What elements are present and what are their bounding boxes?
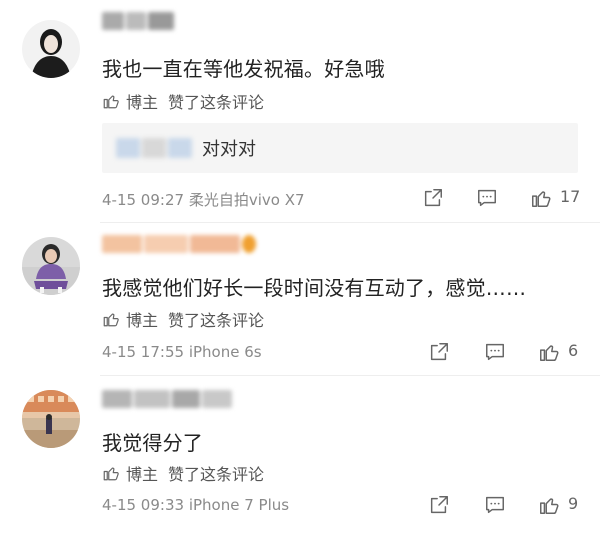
reply-text: 对对对 [202,139,256,160]
comment-date: 4-15 09:33 [102,496,185,514]
share-button[interactable] [426,492,452,518]
like-count: 6 [568,341,579,360]
comment-source: 柔光自拍vivo X7 [188,191,305,209]
comment-source: iPhone 7 Plus [188,496,290,514]
host-liked-indicator: 博主 赞了这条评论 [102,307,264,331]
share-icon [430,496,448,514]
like-button[interactable] [528,185,554,211]
username-blurred[interactable] [102,390,234,410]
action-bar: 9 [420,492,600,518]
share-icon [424,189,442,207]
thumbs-up-icon [540,498,559,514]
thumbs-up-icon [540,345,559,361]
host-liked-indicator: 博主 赞了这条评论 [102,89,264,113]
comment-icon [486,496,504,514]
comment-item-1: 我也一直在等他发祝福。好急哦 博主 赞了这条评论 对对对 4-15 09:27 … [0,0,600,222]
username-blurred[interactable] [102,235,258,255]
avatar-image [22,390,80,448]
avatar[interactable] [22,237,80,295]
host-label: 博主 [126,311,159,330]
like-button[interactable] [536,339,562,365]
comment-text: 我感觉他们好长一段时间没有互动了，感觉…… [102,276,527,300]
thumbs-up-icon [532,191,551,207]
thumbs-up-icon [103,313,119,327]
thumbs-up-icon [103,467,119,481]
share-button[interactable] [426,339,452,365]
liked-text: 赞了这条评论 [168,311,265,330]
thumbs-up-icon [103,95,119,109]
avatar-image [22,237,80,295]
comment-date: 4-15 17:55 [102,343,185,361]
like-count: 9 [568,494,579,513]
host-label: 博主 [126,93,159,112]
like-count: 17 [560,187,581,206]
avatar[interactable] [22,20,80,78]
reply-button[interactable] [482,492,508,518]
reply-button[interactable] [482,339,508,365]
host-liked-indicator: 博主 赞了这条评论 [102,461,264,485]
avatar[interactable] [22,390,80,448]
comment-text: 我觉得分了 [102,431,203,455]
comment-icon [478,189,496,207]
comment-icon [486,343,504,361]
reply-username-blurred[interactable] [116,138,192,158]
comment-item-2: 我感觉他们好长一段时间没有互动了，感觉…… 博主 赞了这条评论 4-15 17:… [0,223,600,375]
liked-text: 赞了这条评论 [168,93,265,112]
host-label: 博主 [126,465,159,484]
comment-text: 我也一直在等他发祝福。好急哦 [102,57,385,81]
liked-text: 赞了这条评论 [168,465,265,484]
reply-button[interactable] [474,185,500,211]
username-blurred[interactable] [102,12,176,32]
share-icon [430,343,448,361]
comment-item-3: 我觉得分了 博主 赞了这条评论 4-15 09:33 iPhone 7 Plus [0,376,600,540]
comment-meta: 4-15 09:33 iPhone 7 Plus [102,496,289,514]
comment-date: 4-15 09:27 [102,191,185,209]
like-button[interactable] [536,492,562,518]
comment-source: iPhone 6s [188,343,262,361]
share-button[interactable] [420,185,446,211]
comment-meta: 4-15 09:27 柔光自拍vivo X7 [102,189,305,210]
reply-box[interactable]: 对对对 [102,123,578,173]
action-bar: 6 [420,339,600,365]
avatar-image [22,20,80,78]
action-bar: 17 [420,185,600,211]
comment-meta: 4-15 17:55 iPhone 6s [102,343,262,361]
